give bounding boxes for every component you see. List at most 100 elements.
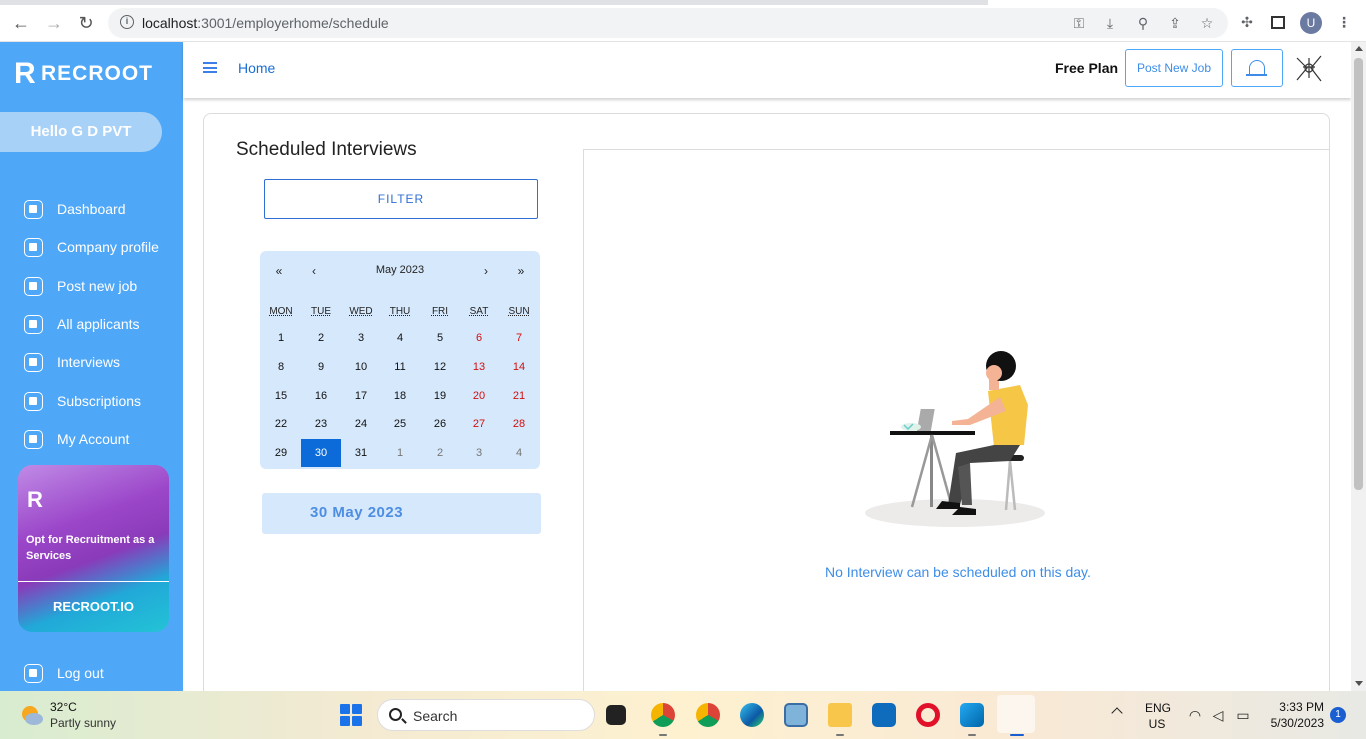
wifi-icon[interactable]: ◠: [1186, 707, 1204, 724]
calendar-day[interactable]: 29: [261, 439, 301, 467]
calendar-day[interactable]: 3: [341, 324, 381, 352]
hamburger-menu-icon[interactable]: [203, 62, 217, 73]
site-info-icon[interactable]: i: [120, 15, 134, 29]
active-tab[interactable]: [988, 0, 1366, 5]
user-avatar[interactable]: [1294, 52, 1324, 84]
filter-button[interactable]: FILTER: [264, 179, 538, 219]
file-explorer-icon[interactable]: [828, 703, 852, 727]
calendar-day[interactable]: 28: [499, 410, 539, 438]
scrollbar-thumb[interactable]: [1354, 58, 1363, 490]
install-icon[interactable]: ⤓: [1102, 15, 1118, 31]
scroll-down-icon[interactable]: [1355, 681, 1363, 686]
sidebar-item-post-new-job[interactable]: Post new job: [24, 275, 137, 297]
calendar-day[interactable]: 19: [420, 382, 460, 410]
logout-button[interactable]: Log out: [24, 662, 104, 684]
calendar-day[interactable]: 16: [301, 382, 341, 410]
calendar-day[interactable]: 25: [380, 410, 420, 438]
calendar-day[interactable]: 30: [301, 439, 341, 467]
side-panel-icon[interactable]: [1271, 16, 1285, 29]
home-link[interactable]: Home: [238, 60, 275, 76]
system-clock[interactable]: 3:33 PM 5/30/2023: [1262, 699, 1324, 731]
promo-site-link[interactable]: RECROOT.IO: [18, 599, 169, 614]
sidebar-item-company-profile[interactable]: Company profile: [24, 236, 159, 258]
notification-count-badge[interactable]: 1: [1330, 707, 1346, 723]
calendar-day[interactable]: 6: [459, 324, 499, 352]
calendar-day[interactable]: 3: [459, 439, 499, 467]
windows-start-icon[interactable]: [340, 704, 362, 726]
zoom-icon[interactable]: ⚲: [1135, 15, 1151, 31]
share-icon[interactable]: ⇪: [1167, 15, 1183, 31]
calendar-weekday: TUE: [311, 306, 331, 317]
calendar-day[interactable]: 2: [420, 439, 460, 467]
calendar-day[interactable]: 17: [341, 382, 381, 410]
opera-icon[interactable]: [916, 703, 940, 727]
task-view-icon[interactable]: [606, 705, 626, 725]
edge-icon[interactable]: [740, 703, 764, 727]
sidebar-item-subscriptions[interactable]: Subscriptions: [24, 390, 141, 412]
profile-avatar[interactable]: U: [1300, 12, 1322, 34]
calendar-day[interactable]: 8: [261, 353, 301, 381]
sidebar-item-interviews[interactable]: Interviews: [24, 351, 120, 373]
calendar-day[interactable]: 22: [261, 410, 301, 438]
calendar-day[interactable]: 21: [499, 382, 539, 410]
notifications-button[interactable]: [1231, 49, 1283, 87]
calendar-day[interactable]: 31: [341, 439, 381, 467]
snipping-tool-icon[interactable]: [997, 695, 1035, 733]
reload-icon[interactable]: ↻: [75, 12, 97, 34]
bookmark-star-icon[interactable]: ☆: [1199, 15, 1215, 31]
calendar-day[interactable]: 13: [459, 353, 499, 381]
calendar-month-label[interactable]: May 2023: [360, 264, 440, 276]
calendar-day[interactable]: 4: [499, 439, 539, 467]
prev-month-button[interactable]: ‹: [304, 264, 324, 278]
vscode-icon[interactable]: [960, 703, 984, 727]
calendar-day[interactable]: 7: [499, 324, 539, 352]
calendar-day[interactable]: 15: [261, 382, 301, 410]
calendar-day[interactable]: 23: [301, 410, 341, 438]
key-icon[interactable]: ⚿: [1071, 15, 1087, 31]
calendar-day[interactable]: 14: [499, 353, 539, 381]
remote-desktop-icon[interactable]: [784, 703, 808, 727]
weather-temperature[interactable]: 32°C: [50, 700, 77, 714]
partly-sunny-icon[interactable]: [18, 702, 44, 728]
menu-kebab-icon[interactable]: ⋮: [1336, 14, 1352, 30]
page-scrollbar[interactable]: [1351, 42, 1366, 691]
calendar-day[interactable]: 1: [261, 324, 301, 352]
battery-icon[interactable]: ▭: [1234, 707, 1252, 724]
calendar-day[interactable]: 1: [380, 439, 420, 467]
next-month-button[interactable]: ›: [476, 264, 496, 278]
address-bar[interactable]: i localhost:3001/employerhome/schedule ⚿…: [108, 8, 1228, 38]
chrome-icon[interactable]: [696, 703, 720, 727]
calendar-day[interactable]: 26: [420, 410, 460, 438]
calendar-day[interactable]: 11: [380, 353, 420, 381]
calendar-day[interactable]: 9: [301, 353, 341, 381]
calendar-day[interactable]: 4: [380, 324, 420, 352]
calendar-day[interactable]: 5: [420, 324, 460, 352]
calendar-day[interactable]: 20: [459, 382, 499, 410]
language-indicator[interactable]: ENG US: [1145, 700, 1171, 732]
forward-icon[interactable]: →: [43, 12, 65, 34]
promo-card[interactable]: R Opt for Recruitment as a Services RECR…: [18, 465, 169, 632]
chrome-profile-icon[interactable]: [651, 703, 675, 727]
sidebar-item-my-account[interactable]: My Account: [24, 428, 129, 450]
sidebar-item-all-applicants[interactable]: All applicants: [24, 313, 140, 335]
calendar-day[interactable]: 18: [380, 382, 420, 410]
calendar-day[interactable]: 10: [341, 353, 381, 381]
url-text[interactable]: localhost:3001/employerhome/schedule: [142, 15, 389, 31]
prev-year-button[interactable]: «: [269, 264, 289, 278]
outlook-icon[interactable]: [872, 703, 896, 727]
brand-logo[interactable]: R RECROOT: [14, 59, 153, 89]
weather-description[interactable]: Partly sunny: [50, 716, 116, 730]
calendar-day[interactable]: 12: [420, 353, 460, 381]
taskbar-search[interactable]: Search: [377, 699, 595, 731]
extensions-icon[interactable]: ✣: [1239, 14, 1255, 30]
next-year-button[interactable]: »: [511, 264, 531, 278]
post-new-job-button[interactable]: Post New Job: [1125, 49, 1223, 87]
scroll-up-icon[interactable]: [1355, 46, 1363, 51]
calendar-day[interactable]: 2: [301, 324, 341, 352]
sidebar-item-dashboard[interactable]: Dashboard: [24, 198, 126, 220]
volume-icon[interactable]: ◁: [1209, 707, 1227, 724]
calendar-day[interactable]: 24: [341, 410, 381, 438]
calendar-day[interactable]: 27: [459, 410, 499, 438]
show-hidden-icons-icon[interactable]: [1111, 707, 1123, 719]
back-icon[interactable]: ←: [10, 12, 32, 34]
